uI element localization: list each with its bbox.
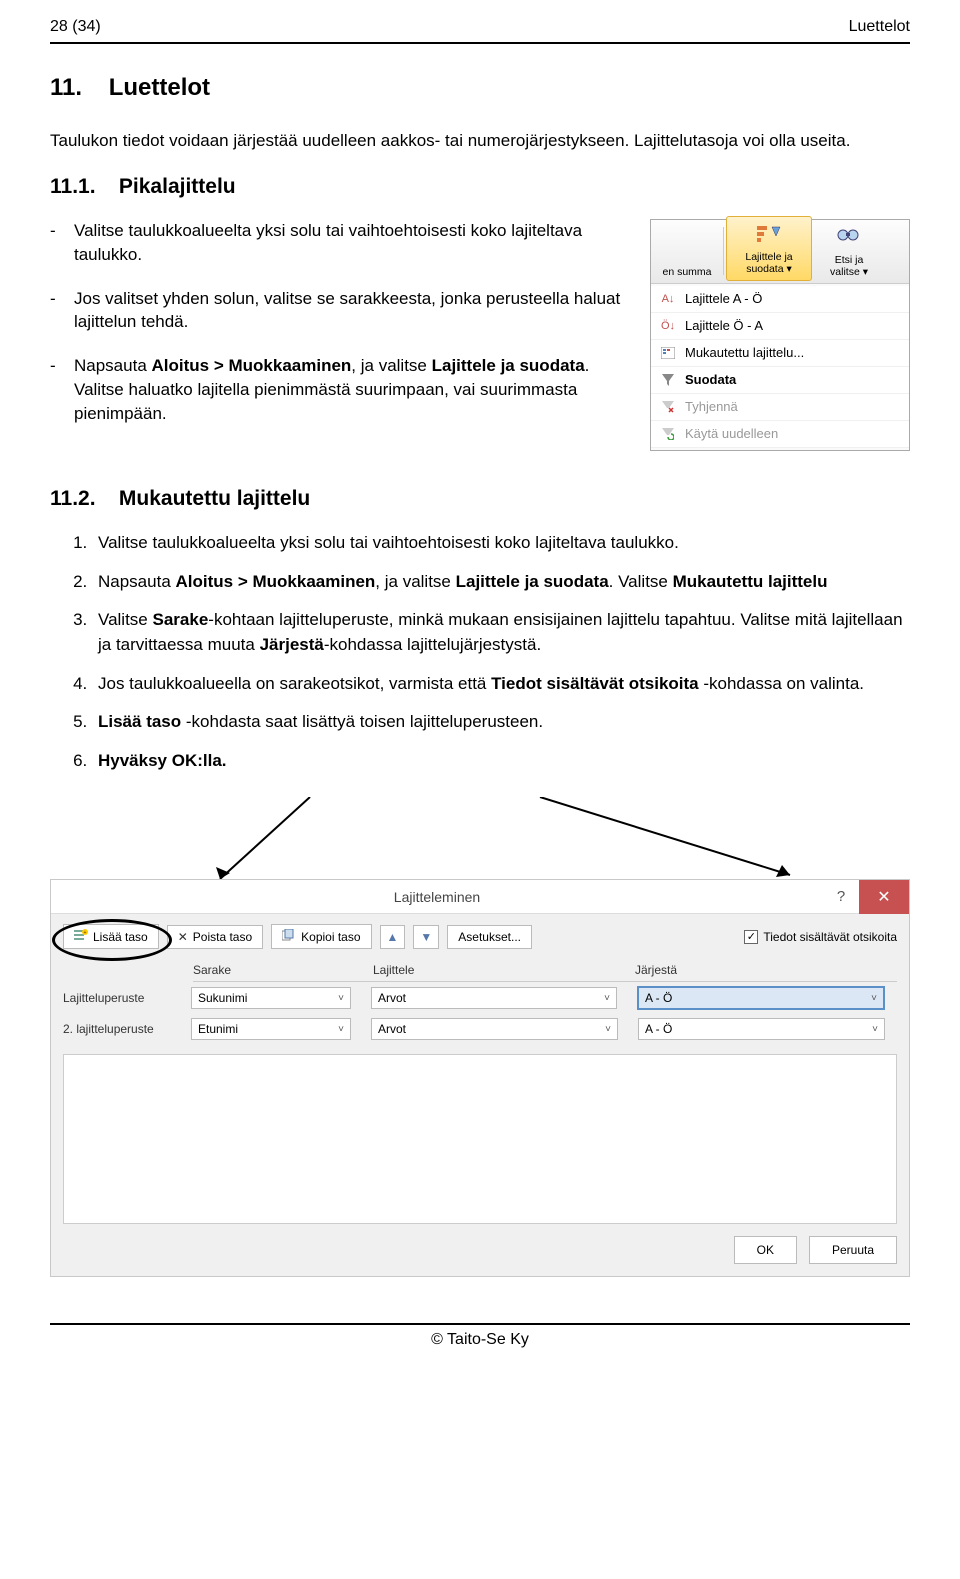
- column-combo[interactable]: Etunimi˅: [191, 1018, 351, 1040]
- column-combo[interactable]: Sukunimi˅: [191, 987, 351, 1009]
- copy-level-button[interactable]: Kopioi taso: [271, 924, 371, 949]
- chevron-down-icon: ˅: [604, 993, 610, 1004]
- copy-level-icon: [282, 929, 296, 944]
- heading-1: 11. Luettelot: [50, 74, 910, 102]
- page-footer: © Taito-Se Ky: [50, 1323, 910, 1349]
- list-item: Valitse taulukkoalueelta yksi solu tai v…: [92, 531, 910, 556]
- dialog-title: Lajitteleminen: [51, 889, 823, 905]
- dialog-body-empty: [63, 1054, 897, 1224]
- heading-2-pikalajittelu: 11.1. Pikalajittelu: [50, 175, 910, 199]
- sorton-combo[interactable]: Arvot˅: [371, 987, 617, 1009]
- options-button[interactable]: Asetukset...: [447, 925, 532, 949]
- chevron-down-icon: ˅: [871, 993, 877, 1004]
- list-item: Napsauta Aloitus > Muokkaaminen, ja vali…: [74, 354, 632, 425]
- filter-icon: [659, 371, 677, 389]
- sort-az-icon: A↓: [659, 290, 677, 308]
- menu-item-sort-az[interactable]: A↓ Lajittele A - Ö: [651, 286, 909, 313]
- down-arrow-icon: ▼: [420, 930, 432, 944]
- chevron-down-icon: ˅: [872, 1024, 878, 1035]
- page-section: Luettelot: [849, 18, 910, 36]
- sort-dialog: Lajitteleminen ? ✕ + Lisää taso ✕ Poista…: [50, 879, 910, 1277]
- delete-level-button[interactable]: ✕ Poista taso: [167, 925, 263, 949]
- callout-arrows: [50, 797, 910, 887]
- header-rule: [50, 42, 910, 44]
- heading-number: 11.2.: [50, 487, 96, 510]
- move-down-button[interactable]: ▼: [413, 925, 439, 949]
- sort-row: Lajitteluperuste Sukunimi˅ Arvot˅ A - Ö˅: [63, 982, 897, 1014]
- up-arrow-icon: ▲: [387, 930, 399, 944]
- arrow-icon: [210, 797, 330, 887]
- cancel-button[interactable]: Peruuta: [809, 1236, 897, 1264]
- reapply-icon: [659, 425, 677, 443]
- custom-sort-icon: [659, 344, 677, 362]
- column-headers: Sarake Lajittele Järjestä: [51, 959, 909, 982]
- order-combo[interactable]: A - Ö˅: [637, 986, 885, 1010]
- dialog-titlebar: Lajitteleminen ? ✕: [51, 880, 909, 914]
- chevron-down-icon: ˅: [338, 993, 344, 1004]
- find-select-icon: [835, 224, 863, 252]
- chevron-down-icon: ˅: [605, 1024, 611, 1035]
- autosum-label: en summa: [662, 266, 711, 279]
- dash-list: Valitse taulukkoalueelta yksi solu tai v…: [50, 219, 632, 426]
- svg-text:+: +: [84, 930, 87, 936]
- list-item: Lisää taso -kohdasta saat lisättyä toise…: [92, 710, 910, 735]
- ribbon-screenshot: en summa Lajittele ja suodata ▾ Etsi ja …: [650, 219, 910, 451]
- menu-item-custom-sort[interactable]: Mukautettu lajittelu...: [651, 340, 909, 367]
- clear-icon: [659, 398, 677, 416]
- heading-2-mukautettu: 11.2. Mukautettu lajittelu: [50, 487, 910, 511]
- sort-row: 2. lajitteluperuste Etunimi˅ Arvot˅ A - …: [63, 1014, 897, 1044]
- sort-za-icon: Ö↓: [659, 317, 677, 335]
- list-item: Jos valitset yhden solun, valitse se sar…: [74, 287, 632, 335]
- menu-item-reapply[interactable]: Käytä uudelleen: [651, 421, 909, 448]
- heading-text: Luettelot: [109, 74, 210, 101]
- list-item: Jos taulukkoalueella on sarakeotsikot, v…: [92, 672, 910, 697]
- checkbox-icon: ✓: [744, 930, 758, 944]
- add-level-button[interactable]: + Lisää taso: [63, 924, 159, 949]
- intro-paragraph: Taulukon tiedot voidaan järjestää uudell…: [50, 130, 910, 153]
- heading-number: 11.: [50, 74, 82, 101]
- help-button[interactable]: ?: [823, 888, 859, 905]
- heading-number: 11.1.: [50, 175, 96, 198]
- list-item: Napsauta Aloitus > Muokkaaminen, ja vali…: [92, 570, 910, 595]
- close-button[interactable]: ✕: [859, 880, 909, 914]
- menu-item-sort-za[interactable]: Ö↓ Lajittele Ö - A: [651, 313, 909, 340]
- sort-menu: A↓ Lajittele A - Ö Ö↓ Lajittele Ö - A Mu…: [651, 284, 909, 450]
- sorton-combo[interactable]: Arvot˅: [371, 1018, 618, 1040]
- page-number: 28 (34): [50, 18, 101, 36]
- menu-item-filter[interactable]: Suodata: [651, 367, 909, 394]
- list-item: Hyväksy OK:lla.: [92, 749, 910, 774]
- heading-text: Pikalajittelu: [119, 175, 236, 198]
- arrow-icon: [530, 797, 810, 887]
- heading-text: Mukautettu lajittelu: [119, 487, 310, 510]
- sort-filter-icon: [755, 221, 783, 249]
- list-item: Valitse Sarake-kohtaan lajitteluperuste,…: [92, 608, 910, 657]
- add-level-icon: +: [74, 929, 88, 944]
- move-up-button[interactable]: ▲: [380, 925, 406, 949]
- numbered-list: Valitse taulukkoalueelta yksi solu tai v…: [50, 531, 910, 773]
- chevron-down-icon: ˅: [338, 1024, 344, 1035]
- menu-item-clear[interactable]: Tyhjennä: [651, 394, 909, 421]
- delete-level-icon: ✕: [178, 930, 188, 944]
- order-combo[interactable]: A - Ö˅: [638, 1018, 885, 1040]
- page-header: 28 (34) Luettelot: [50, 18, 910, 36]
- headers-checkbox[interactable]: ✓ Tiedot sisältävät otsikoita: [744, 930, 897, 944]
- ok-button[interactable]: OK: [734, 1236, 797, 1264]
- list-item: Valitse taulukkoalueelta yksi solu tai v…: [74, 219, 632, 267]
